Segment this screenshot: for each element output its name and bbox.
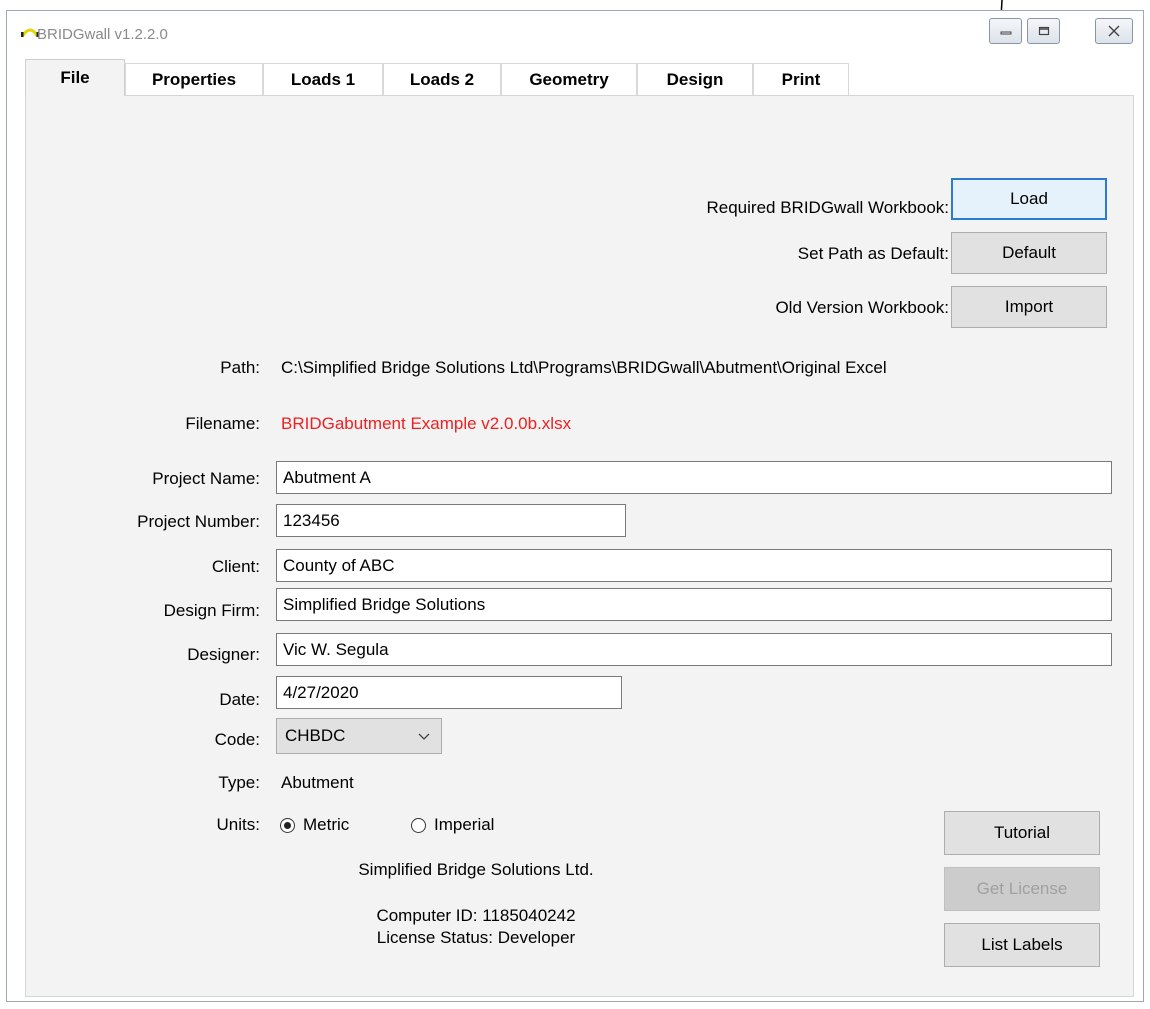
close-icon bbox=[1096, 19, 1132, 43]
license-status: License Status: Developer bbox=[376, 928, 576, 947]
units-label: Units: bbox=[216, 815, 260, 834]
project-name-input[interactable] bbox=[276, 461, 1112, 494]
restore-icon bbox=[1028, 19, 1059, 43]
designer-input[interactable] bbox=[276, 633, 1112, 666]
tab-properties[interactable]: Properties bbox=[125, 63, 263, 95]
client-label: Client: bbox=[211, 557, 260, 576]
tab-print[interactable]: Print bbox=[753, 63, 849, 95]
type-value: Abutment bbox=[281, 773, 354, 792]
import-button[interactable]: Import bbox=[951, 286, 1107, 328]
close-button[interactable] bbox=[1095, 18, 1133, 44]
required-workbook-label: Required BRIDGwall Workbook: bbox=[706, 198, 950, 217]
radio-unchecked-icon bbox=[411, 817, 426, 833]
computer-id: Computer ID: 1185040242 bbox=[376, 906, 576, 925]
code-label: Code: bbox=[214, 730, 260, 749]
units-metric-radio[interactable]: Metric bbox=[280, 815, 349, 835]
window-title: BRIDGwall v1.2.2.0 bbox=[37, 26, 168, 43]
units-metric-label: Metric bbox=[303, 815, 350, 834]
code-selected-value: CHBDC bbox=[285, 726, 346, 745]
client-input[interactable] bbox=[276, 549, 1112, 582]
load-button[interactable]: Load bbox=[951, 178, 1107, 220]
minimize-button[interactable] bbox=[989, 18, 1022, 44]
get-license-button: Get License bbox=[944, 867, 1100, 911]
units-imperial-label: Imperial bbox=[434, 815, 495, 834]
tab-geometry[interactable]: Geometry bbox=[501, 63, 637, 95]
filename-label: Filename: bbox=[185, 414, 260, 433]
company-name: Simplified Bridge Solutions Ltd. bbox=[358, 860, 594, 879]
date-label: Date: bbox=[219, 690, 260, 709]
path-label: Path: bbox=[220, 358, 260, 377]
old-version-label: Old Version Workbook: bbox=[775, 298, 949, 317]
minimize-icon bbox=[990, 19, 1021, 43]
design-firm-label: Design Firm: bbox=[163, 601, 260, 620]
chevron-down-icon bbox=[418, 733, 430, 740]
tab-loads-2[interactable]: Loads 2 bbox=[383, 63, 501, 95]
title-bar[interactable]: BRIDGwall v1.2.2.0 bbox=[7, 11, 1143, 53]
set-default-label: Set Path as Default: bbox=[797, 244, 949, 263]
file-tab-panel: Required BRIDGwall Workbook: Load Set Pa… bbox=[25, 95, 1134, 997]
type-label: Type: bbox=[218, 773, 260, 792]
project-number-label: Project Number: bbox=[137, 512, 260, 531]
date-input[interactable] bbox=[276, 676, 622, 709]
units-imperial-radio[interactable]: Imperial bbox=[411, 815, 494, 835]
design-firm-input[interactable] bbox=[276, 588, 1112, 621]
path-value: C:\Simplified Bridge Solutions Ltd\Progr… bbox=[281, 358, 887, 377]
tutorial-button[interactable]: Tutorial bbox=[944, 811, 1100, 855]
filename-value: BRIDGabutment Example v2.0.0b.xlsx bbox=[281, 414, 572, 433]
radio-checked-icon bbox=[280, 817, 295, 833]
app-window: BRIDGwall v1.2.2.0 File Properties Loads… bbox=[6, 10, 1144, 1002]
tab-design[interactable]: Design bbox=[637, 63, 753, 95]
maximize-button[interactable] bbox=[1027, 18, 1060, 44]
designer-label: Designer: bbox=[187, 645, 260, 664]
default-button[interactable]: Default bbox=[951, 232, 1107, 274]
list-labels-button[interactable]: List Labels bbox=[944, 923, 1100, 967]
project-name-label: Project Name: bbox=[152, 469, 260, 488]
code-select[interactable]: CHBDC bbox=[276, 718, 442, 754]
project-number-input[interactable] bbox=[276, 504, 626, 537]
tab-loads-1[interactable]: Loads 1 bbox=[263, 63, 383, 95]
tab-file[interactable]: File bbox=[25, 59, 125, 96]
